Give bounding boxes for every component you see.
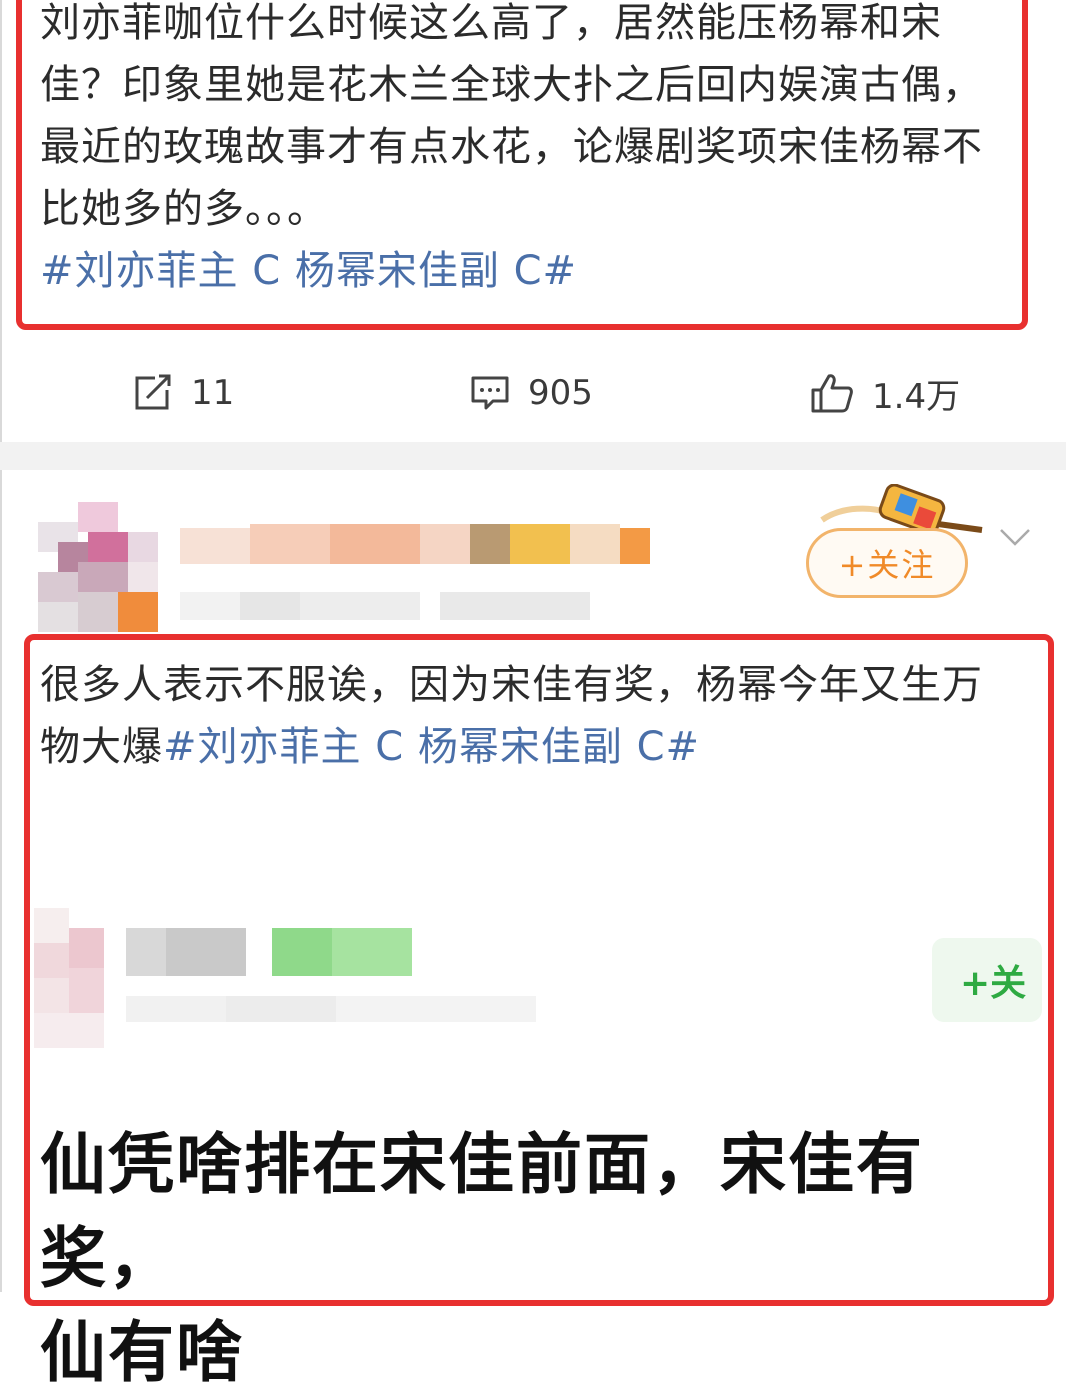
comment-button[interactable]: 905 [470, 373, 593, 413]
repost-icon [135, 374, 171, 410]
embedded-avatar [34, 908, 104, 1048]
quoted-comment-line-2: 仙有啥 [40, 1314, 244, 1391]
post-1-action-bar: 11 905 1.4万 [0, 345, 1066, 440]
avatar[interactable] [38, 492, 160, 634]
quoted-comment: 仙凭啥排在宋佳前面，宋佳有奖， 仙有啥 [40, 1118, 1040, 1400]
post-2-hashtag[interactable]: #刘亦菲主 C 杨幂宋佳副 C# [163, 724, 700, 770]
repost-count: 11 [191, 373, 235, 413]
embedded-follow-button: +关 [932, 938, 1042, 1022]
post-meta-blurred [180, 592, 590, 622]
like-button[interactable]: 1.4万 [810, 373, 960, 417]
follow-button[interactable]: +关注 [806, 528, 968, 598]
comment-icon [471, 376, 509, 410]
repost-button[interactable]: 11 [133, 373, 234, 413]
embedded-meta-blurred [126, 996, 536, 1024]
quoted-comment-line-1: 仙凭啥排在宋佳前面，宋佳有奖， [40, 1126, 924, 1297]
username-blurred[interactable] [180, 520, 650, 570]
chevron-down-icon[interactable] [998, 522, 1032, 552]
comment-count: 905 [528, 373, 593, 413]
like-icon [811, 374, 853, 413]
feed-divider [0, 442, 1066, 470]
post-2-body: 很多人表示不服诶，因为宋佳有奖，杨幂今年又生万物大爆#刘亦菲主 C 杨幂宋佳副 … [40, 654, 1008, 778]
left-edge-rule [0, 0, 2, 1292]
embedded-username-blurred [126, 928, 436, 978]
highlight-box-post-1 [16, 0, 1028, 330]
like-count: 1.4万 [872, 376, 961, 417]
